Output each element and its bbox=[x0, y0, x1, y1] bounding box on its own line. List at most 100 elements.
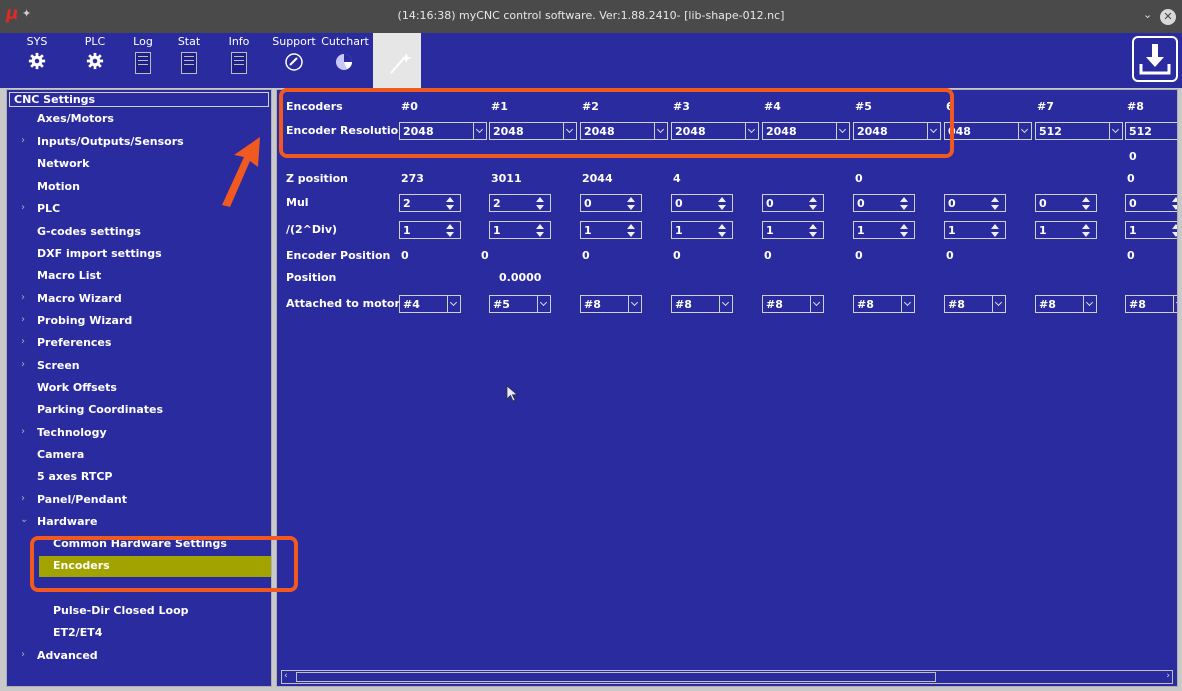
div-spinbox[interactable]: 1 bbox=[762, 221, 824, 239]
mul-spinbox[interactable]: 0 bbox=[762, 194, 824, 212]
spin-down-icon[interactable] bbox=[627, 232, 635, 237]
chevron-down-icon[interactable] bbox=[1173, 296, 1177, 312]
tree-item-camera[interactable]: Camera bbox=[37, 448, 84, 461]
div-spinbox[interactable]: 1 bbox=[1035, 221, 1097, 239]
tree-item-axes-motors[interactable]: Axes/Motors bbox=[37, 112, 114, 125]
mul-spinbox[interactable]: 0 bbox=[1125, 194, 1177, 212]
tree-item-pulse-dir[interactable]: Pulse-Dir Closed Loop bbox=[53, 604, 189, 617]
spin-down-icon[interactable] bbox=[718, 205, 726, 210]
mul-spinbox[interactable]: 0 bbox=[671, 194, 733, 212]
chevron-down-icon[interactable] bbox=[1018, 123, 1031, 139]
div-spinbox[interactable]: 1 bbox=[853, 221, 915, 239]
spin-up-icon[interactable] bbox=[809, 197, 817, 202]
tree-item-motion[interactable]: Motion bbox=[37, 180, 80, 193]
active-tool-button[interactable] bbox=[373, 33, 421, 88]
chevron-down-icon[interactable] bbox=[628, 296, 641, 312]
log-button[interactable]: Log bbox=[128, 33, 158, 88]
tree-item-macro-wizard[interactable]: Macro Wizard bbox=[37, 292, 122, 305]
motor-select[interactable]: #8 bbox=[944, 295, 1006, 313]
div-spinbox[interactable]: 1 bbox=[489, 221, 551, 239]
tree-item-et2-et4[interactable]: ET2/ET4 bbox=[53, 626, 102, 639]
spin-down-icon[interactable] bbox=[900, 205, 908, 210]
div-spinbox[interactable]: 1 bbox=[580, 221, 642, 239]
chevron-down-icon[interactable] bbox=[1083, 296, 1096, 312]
spin-down-icon[interactable] bbox=[809, 205, 817, 210]
motor-select[interactable]: #4 bbox=[399, 295, 461, 313]
plc-button[interactable]: PLC bbox=[80, 33, 110, 88]
resolution-select[interactable]: 512 bbox=[1035, 122, 1123, 140]
spin-up-icon[interactable] bbox=[1172, 224, 1177, 229]
chevron-down-icon[interactable] bbox=[810, 296, 823, 312]
resolution-select[interactable]: 512 bbox=[1125, 122, 1177, 140]
mul-spinbox[interactable]: 2 bbox=[399, 194, 461, 212]
motor-select[interactable]: #8 bbox=[1035, 295, 1097, 313]
tree-item-rtcp[interactable]: 5 axes RTCP bbox=[37, 470, 112, 483]
chevron-right-icon[interactable]: › bbox=[21, 135, 25, 146]
resolution-select[interactable]: 048 bbox=[944, 122, 1032, 140]
chevron-right-icon[interactable]: › bbox=[21, 314, 25, 325]
chevron-right-icon[interactable]: › bbox=[21, 359, 25, 370]
chevron-down-icon[interactable]: ⌄ bbox=[1143, 8, 1152, 21]
spin-up-icon[interactable] bbox=[446, 197, 454, 202]
spin-down-icon[interactable] bbox=[446, 232, 454, 237]
tree-item-parking[interactable]: Parking Coordinates bbox=[37, 403, 163, 416]
spin-down-icon[interactable] bbox=[627, 205, 635, 210]
tree-item-screen[interactable]: Screen bbox=[37, 359, 80, 372]
mul-spinbox[interactable]: 0 bbox=[580, 194, 642, 212]
spin-down-icon[interactable] bbox=[1082, 205, 1090, 210]
tree-item-work-offsets[interactable]: Work Offsets bbox=[37, 381, 117, 394]
tree-item-macro-list[interactable]: Macro List bbox=[37, 269, 101, 282]
tree-item-technology[interactable]: Technology bbox=[37, 426, 107, 439]
tree-item-preferences[interactable]: Preferences bbox=[37, 336, 111, 349]
tree-item-inputs-outputs[interactable]: Inputs/Outputs/Sensors bbox=[37, 135, 184, 148]
spin-down-icon[interactable] bbox=[900, 232, 908, 237]
chevron-right-icon[interactable]: › bbox=[21, 292, 25, 303]
chevron-right-icon[interactable]: › bbox=[21, 493, 25, 504]
tree-item-advanced[interactable]: Advanced bbox=[37, 649, 98, 662]
tree-header[interactable]: CNC Settings bbox=[9, 92, 269, 107]
horizontal-scrollbar[interactable]: ‹ › bbox=[281, 670, 1173, 684]
spin-up-icon[interactable] bbox=[536, 224, 544, 229]
motor-select[interactable]: #8 bbox=[671, 295, 733, 313]
spin-up-icon[interactable] bbox=[536, 197, 544, 202]
spin-up-icon[interactable] bbox=[1082, 224, 1090, 229]
chevron-down-icon[interactable]: ⌄ bbox=[20, 514, 28, 525]
motor-select[interactable]: #8 bbox=[853, 295, 915, 313]
chevron-down-icon[interactable] bbox=[1109, 123, 1122, 139]
motor-select[interactable]: #8 bbox=[580, 295, 642, 313]
spin-up-icon[interactable] bbox=[446, 224, 454, 229]
chevron-down-icon[interactable] bbox=[901, 296, 914, 312]
spin-up-icon[interactable] bbox=[627, 197, 635, 202]
mul-spinbox[interactable]: 0 bbox=[853, 194, 915, 212]
spin-up-icon[interactable] bbox=[627, 224, 635, 229]
spin-up-icon[interactable] bbox=[809, 224, 817, 229]
mul-spinbox[interactable]: 0 bbox=[944, 194, 1006, 212]
spin-down-icon[interactable] bbox=[536, 232, 544, 237]
tree-item-panel-pendant[interactable]: Panel/Pendant bbox=[37, 493, 127, 506]
motor-select[interactable]: #5 bbox=[489, 295, 551, 313]
spin-down-icon[interactable] bbox=[991, 205, 999, 210]
spin-up-icon[interactable] bbox=[991, 197, 999, 202]
spin-down-icon[interactable] bbox=[1172, 232, 1177, 237]
chevron-down-icon[interactable] bbox=[719, 296, 732, 312]
div-spinbox[interactable]: 1 bbox=[399, 221, 461, 239]
scroll-thumb[interactable] bbox=[296, 672, 936, 682]
spin-up-icon[interactable] bbox=[900, 224, 908, 229]
tree-item-probing-wizard[interactable]: Probing Wizard bbox=[37, 314, 132, 327]
chevron-down-icon[interactable] bbox=[992, 296, 1005, 312]
cutchart-button[interactable]: Cutchart bbox=[320, 33, 370, 88]
spin-down-icon[interactable] bbox=[718, 232, 726, 237]
spin-up-icon[interactable] bbox=[1172, 197, 1177, 202]
sys-button[interactable]: SYS bbox=[22, 33, 52, 88]
chevron-right-icon[interactable]: › bbox=[21, 202, 25, 213]
chevron-down-icon[interactable] bbox=[447, 296, 460, 312]
info-button[interactable]: Info bbox=[224, 33, 254, 88]
spin-down-icon[interactable] bbox=[1172, 205, 1177, 210]
support-button[interactable]: Support bbox=[270, 33, 318, 88]
mul-spinbox[interactable]: 0 bbox=[1035, 194, 1097, 212]
motor-select[interactable]: #8 bbox=[1125, 295, 1177, 313]
chevron-down-icon[interactable] bbox=[537, 296, 550, 312]
spin-down-icon[interactable] bbox=[991, 232, 999, 237]
tree-item-plc[interactable]: PLC bbox=[37, 202, 60, 215]
spin-up-icon[interactable] bbox=[991, 224, 999, 229]
